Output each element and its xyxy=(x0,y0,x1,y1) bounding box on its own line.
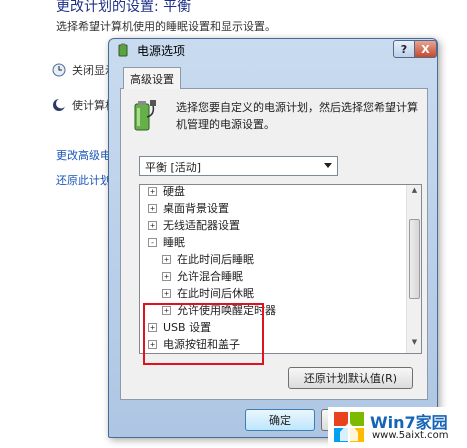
sleep-row: 使计算机 xyxy=(52,97,116,113)
background-subtitle: 选择希望计算机使用的睡眠设置和显示设置。 xyxy=(56,20,276,33)
scroll-down-arrow-icon[interactable]: ▼ xyxy=(408,338,421,352)
restore-plan-defaults-button[interactable]: 还原计划默认值(R) xyxy=(288,367,413,389)
background-page-title: 更改计划的设置: 平衡 xyxy=(56,0,192,15)
help-button[interactable]: ? xyxy=(393,40,415,58)
expand-icon[interactable]: + xyxy=(148,220,157,230)
tab-advanced-settings[interactable]: 高级设置 xyxy=(123,67,181,89)
plan-description: 选择您要自定义的电源计划，然后选择您希望计算机管理的电源设置。 xyxy=(176,101,418,131)
tree-item[interactable]: + 桌面背景设置 xyxy=(148,200,229,216)
expand-icon[interactable]: + xyxy=(162,271,171,281)
tree-item-label: 桌面背景设置 xyxy=(163,202,229,215)
tree-item-label: 睡眠 xyxy=(163,236,185,249)
settings-tree[interactable]: +PCI Express + 电源按钮和盖子 + USB 设置 + 允许使用唤醒定时器 + 在此… xyxy=(139,184,422,354)
tree-item[interactable]: + 允许使用唤醒定时器 xyxy=(162,302,276,318)
tree-item-label: 硬盘 xyxy=(163,185,185,198)
expand-icon[interactable]: + xyxy=(148,322,157,332)
tree-item[interactable]: +PCI Express xyxy=(148,353,227,354)
tree-item-label: 无线适配器设置 xyxy=(163,219,240,232)
collapse-icon[interactable]: - xyxy=(148,237,157,247)
power-plan-value: 平衡 [活动] xyxy=(145,161,202,174)
battery-plug-icon xyxy=(129,99,157,133)
expand-icon[interactable]: + xyxy=(162,254,171,264)
display-timer-icon xyxy=(52,63,66,77)
tree-item[interactable]: + 在此时间后休眠 xyxy=(162,285,254,301)
tree-item[interactable]: + 允许混合睡眠 xyxy=(162,268,243,284)
expand-icon[interactable]: + xyxy=(148,339,157,349)
tree-item-label: 允许使用唤醒定时器 xyxy=(177,304,276,317)
tree-item[interactable]: + 硬盘 xyxy=(148,185,185,199)
windows-logo-icon xyxy=(332,410,366,444)
power-options-dialog: 电源选项 ? X 高级设置 选择您要自定义的电源计划，然后选择您希望计算机管理的… xyxy=(108,38,438,438)
site-watermark: Win7家园 www.5aixt.com xyxy=(328,407,467,448)
ok-button[interactable]: 确定 xyxy=(245,409,315,431)
power-options-icon xyxy=(116,43,130,57)
watermark-url: www.5aixt.com xyxy=(372,430,449,441)
power-plan-dropdown[interactable]: 平衡 [活动] xyxy=(139,156,338,176)
tree-item-label: 在此时间后休眠 xyxy=(177,287,254,300)
advanced-settings-panel: 选择您要自定义的电源计划，然后选择您希望计算机管理的电源设置。 平衡 [活动] … xyxy=(120,88,428,400)
tree-item[interactable]: - 睡眠 xyxy=(148,234,185,250)
tree-item[interactable]: + 无线适配器设置 xyxy=(148,217,240,233)
scroll-up-arrow-icon[interactable]: ▲ xyxy=(408,186,421,200)
expand-icon[interactable]: + xyxy=(148,203,157,213)
tree-item-label: 电源按钮和盖子 xyxy=(163,338,240,351)
scroll-thumb[interactable] xyxy=(409,219,420,299)
expand-icon[interactable]: + xyxy=(148,186,157,196)
chevron-down-icon xyxy=(324,163,332,168)
tree-item[interactable]: + 电源按钮和盖子 xyxy=(148,336,240,352)
display-off-row: 关闭显示 xyxy=(52,62,116,78)
tree-item[interactable]: + USB 设置 xyxy=(148,319,211,335)
tree-item-label: 允许混合睡眠 xyxy=(177,270,243,283)
tree-scrollbar[interactable]: ▲ ▼ xyxy=(406,185,421,353)
expand-icon[interactable]: + xyxy=(162,305,171,315)
dialog-titlebar[interactable]: 电源选项 ? X xyxy=(109,39,437,61)
dialog-title: 电源选项 xyxy=(137,44,186,58)
tree-item-label: 在此时间后睡眠 xyxy=(177,253,254,266)
sleep-moon-icon xyxy=(52,98,66,112)
expand-icon[interactable]: + xyxy=(162,288,171,298)
tree-item[interactable]: + 在此时间后睡眠 xyxy=(162,251,254,267)
close-button[interactable]: X xyxy=(414,40,437,58)
tree-item-label: USB 设置 xyxy=(163,321,212,334)
